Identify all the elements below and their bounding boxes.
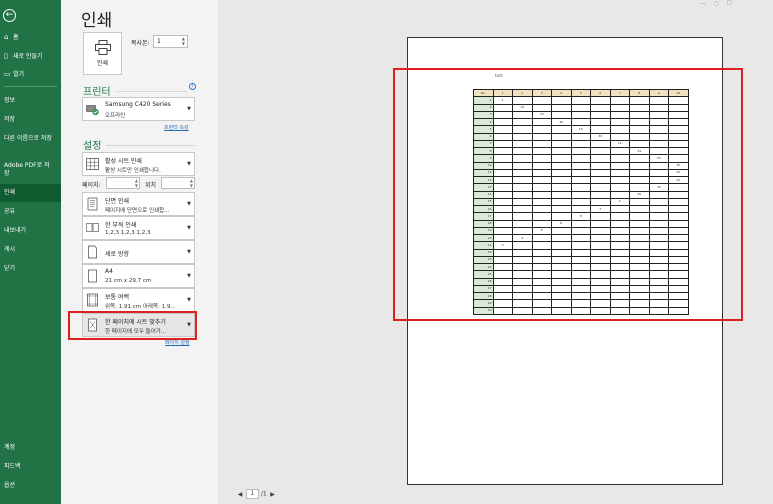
printer-select[interactable]: Samsung C420 Series 오프라인 ▼ <box>82 97 195 121</box>
sides-select[interactable]: 단면 인쇄 페이지에 단면으로 인쇄합... ▼ <box>82 192 195 216</box>
collate-desc: 1,2,3 1,2,3 1,2,3 <box>105 230 151 236</box>
printer-section-title: 프린터 <box>83 87 111 98</box>
sidebar-item-label: 새로 만들기 <box>13 53 43 60</box>
margins-icon <box>87 293 98 307</box>
printer-name: Samsung C420 Series <box>105 101 171 108</box>
backstage-sidebar: ← ⌂ 홈 ▯ 새로 만들기 ▭ 열기 정보 저장 다른 이름으로 저장 Adobe … <box>0 0 61 504</box>
back-arrow-icon[interactable]: ← <box>3 9 16 22</box>
sides-title: 단면 인쇄 <box>105 198 129 205</box>
print-what-select[interactable]: 활성 시트 인쇄 활성 시트만 인쇄합니다. ▼ <box>82 152 195 176</box>
sidebar-item-close[interactable]: 닫기 <box>0 265 61 273</box>
sidebar-item-info[interactable]: 정보 <box>0 97 61 105</box>
home-icon: ⌂ <box>4 33 9 41</box>
new-document-icon: ▯ <box>4 52 8 60</box>
sidebar-item-print[interactable]: 인쇄 <box>0 184 61 202</box>
info-icon[interactable]: i <box>189 83 196 90</box>
printer-icon <box>95 40 111 55</box>
sidebar-item-label: 홈 <box>13 34 19 41</box>
sidebar-item-publish[interactable]: 게시 <box>0 246 61 254</box>
collate-title: 한 부씩 인쇄 <box>105 222 137 229</box>
print-button[interactable]: 인쇄 <box>83 32 122 75</box>
paper-size-icon <box>88 269 97 283</box>
sidebar-item-new[interactable]: ▯ 새로 만들기 <box>0 52 61 61</box>
dropdown-arrow-icon: ▼ <box>187 249 191 255</box>
sidebar-item-share[interactable]: 공유 <box>0 208 61 216</box>
sidebar-item-save-as-pdf[interactable]: Adobe PDF로 저장 <box>0 162 54 177</box>
printer-device-icon <box>86 105 99 116</box>
printer-status: 오프라인 <box>105 113 126 119</box>
pages-to-label: 위치 <box>145 182 157 189</box>
sidebar-item-feedback[interactable]: 피드백 <box>0 463 61 471</box>
dropdown-arrow-icon: ▼ <box>187 225 191 231</box>
sides-desc: 페이지에 단면으로 인쇄합... <box>105 208 170 214</box>
pages-from-spinner[interactable]: ▲ ▼ <box>135 178 138 188</box>
collate-select[interactable]: 한 부씩 인쇄 1,2,3 1,2,3 1,2,3 ▼ <box>82 216 195 240</box>
section-divider <box>117 91 187 92</box>
sidebar-item-export[interactable]: 내보내기 <box>0 227 61 235</box>
section-divider <box>106 145 195 146</box>
page-navigator: ◀ 1 /1 ▶ <box>236 489 277 499</box>
pages-to-input[interactable]: ▲ ▼ <box>161 177 195 189</box>
sidebar-item-label: 열기 <box>13 71 25 78</box>
sidebar-item-home[interactable]: ⌂ 홈 <box>0 33 61 42</box>
pages-label: 페이지: <box>82 182 101 189</box>
dropdown-arrow-icon: ▼ <box>187 106 191 112</box>
page-setup-link[interactable]: 페이지 설정 <box>165 339 190 346</box>
orientation-title: 세로 방향 <box>105 251 129 258</box>
print-what-desc: 활성 시트만 인쇄합니다. <box>105 168 161 174</box>
portrait-page-icon <box>88 245 97 259</box>
printer-properties-link[interactable]: 프린터 속성 <box>164 124 189 131</box>
settings-section-title: 설정 <box>83 141 102 152</box>
copies-spinner[interactable]: ▲ ▼ <box>182 36 185 46</box>
current-page-input[interactable]: 1 <box>245 489 259 499</box>
pages-to-spinner[interactable]: ▲ ▼ <box>190 178 193 188</box>
copies-value: 1 <box>157 38 161 45</box>
print-button-label: 인쇄 <box>96 60 109 67</box>
previous-page-button[interactable]: ◀ <box>236 491 244 498</box>
paper-size-select[interactable]: A4 21 cm x 29.7 cm ▼ <box>82 264 195 288</box>
pages-from-input[interactable]: ▲ ▼ <box>106 177 140 189</box>
highlight-box <box>393 68 743 321</box>
margins-desc: 위쪽: 1.91 cm 아래쪽: 1.9... <box>105 304 176 310</box>
sidebar-item-save-as[interactable]: 다른 이름으로 저장 <box>0 135 58 143</box>
next-page-button[interactable]: ▶ <box>269 491 277 498</box>
dropdown-arrow-icon: ▼ <box>187 297 191 303</box>
margins-select[interactable]: 보통 여백 위쪽: 1.91 cm 아래쪽: 1.9... ▼ <box>82 288 195 312</box>
collate-pages-icon <box>86 223 99 232</box>
one-sided-page-icon <box>87 197 98 211</box>
total-pages: /1 <box>260 490 267 498</box>
dropdown-arrow-icon: ▼ <box>187 161 191 167</box>
sidebar-item-options[interactable]: 옵션 <box>0 482 61 490</box>
paper-size-desc: 21 cm x 29.7 cm <box>105 278 152 284</box>
dropdown-arrow-icon: ▼ <box>187 201 191 207</box>
sheet-grid-icon <box>86 158 99 170</box>
copies-label: 복사본: <box>131 40 150 47</box>
sidebar-item-save[interactable]: 저장 <box>0 116 61 124</box>
sidebar-divider <box>4 86 57 87</box>
dropdown-arrow-icon: ▼ <box>187 273 191 279</box>
sidebar-item-account[interactable]: 계정 <box>0 444 61 452</box>
copies-input[interactable]: 1 ▲ ▼ <box>153 35 188 48</box>
page-title: 인쇄 <box>81 11 113 31</box>
window-controls: — ○ ☐ <box>700 0 732 7</box>
sidebar-item-open[interactable]: ▭ 열기 <box>0 70 61 79</box>
print-what-title: 활성 시트 인쇄 <box>105 158 142 165</box>
highlight-box <box>68 311 197 340</box>
paper-size-title: A4 <box>105 268 113 275</box>
margins-title: 보통 여백 <box>105 294 129 301</box>
orientation-select[interactable]: 세로 방향 ▼ <box>82 240 195 264</box>
open-folder-icon: ▭ <box>4 70 11 78</box>
